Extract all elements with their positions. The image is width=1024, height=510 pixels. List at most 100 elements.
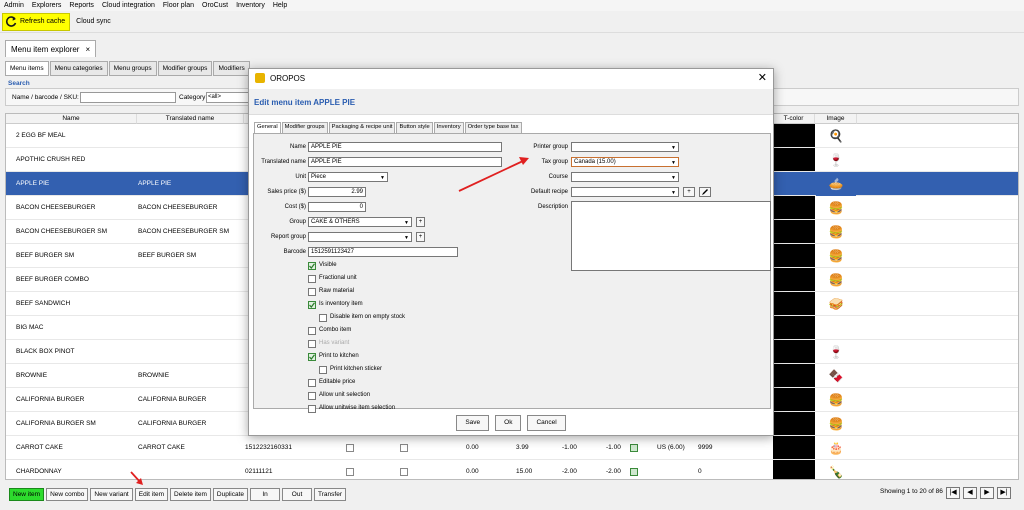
dialog-tab-inventory[interactable]: Inventory xyxy=(433,122,464,133)
dialog-tab-packaging-recipe-unit[interactable]: Packaging & recipe unit xyxy=(328,122,396,133)
dialog-tab-button-style[interactable]: Button style xyxy=(396,122,433,133)
dialog-tab-order-type-base-tax[interactable]: Order type base tax xyxy=(464,122,522,133)
pagination-status: Showing 1 to 20 of 86 xyxy=(880,488,943,495)
subtab-menu-categories[interactable]: Menu categories xyxy=(49,61,108,76)
sales-price-input[interactable]: 2.99 xyxy=(308,187,366,197)
row-translated-name xyxy=(138,292,243,316)
menu-item-orocust[interactable]: OroCust xyxy=(202,2,228,9)
new-item-button[interactable]: New item xyxy=(9,487,45,501)
default-recipe-select[interactable]: ▼ xyxy=(571,187,679,197)
checkbox-label: Allow unit selection xyxy=(319,392,371,398)
new-variant-button[interactable]: New variant xyxy=(90,487,133,501)
menu-item-help[interactable]: Help xyxy=(273,2,287,9)
in-button[interactable]: In xyxy=(250,487,281,501)
out-button[interactable]: Out xyxy=(282,487,313,501)
dialog-tab-modifier-groups[interactable]: Modifier groups xyxy=(281,122,328,133)
checkbox-print-kitchen-sticker[interactable] xyxy=(319,366,327,374)
column-header-name[interactable]: Name xyxy=(6,114,137,124)
add-report-group-button[interactable]: + xyxy=(416,232,425,242)
delete-item-button[interactable]: Delete item xyxy=(170,487,211,501)
menu-item-explorers[interactable]: Explorers xyxy=(32,2,62,9)
checkbox-is-inventory-item[interactable] xyxy=(308,301,316,309)
subtab-modifier-groups[interactable]: Modifier groups xyxy=(157,61,213,76)
row-name: CHARDONNAY xyxy=(16,468,62,475)
checkbox-label: Print kitchen sticker xyxy=(330,366,383,372)
row-q: 0 xyxy=(698,468,702,475)
subtab-modifiers[interactable]: Modifiers xyxy=(213,61,250,76)
ok-button[interactable]: Ok xyxy=(495,415,522,431)
menu-item-cloud-integration[interactable]: Cloud integration xyxy=(102,2,155,9)
printer-group-select[interactable]: ▼ xyxy=(571,142,679,152)
row-name: BLACK BOX PINOT xyxy=(16,348,75,355)
column-header-tcolor[interactable]: T-color xyxy=(773,114,815,124)
close-icon[interactable]: × xyxy=(85,45,90,54)
column-header-translated[interactable]: Translated name xyxy=(137,114,244,124)
row-checkbox[interactable] xyxy=(400,468,408,476)
row-translated-name: BROWNIE xyxy=(138,372,170,379)
checkbox-raw-material[interactable] xyxy=(308,288,316,296)
pencil-icon xyxy=(702,189,708,195)
table-row[interactable]: CHARDONNAY 02111121 0.00 15.00 -2.00 -2.00 0 🍾 xyxy=(6,460,1018,479)
table-row[interactable]: CARROT CAKE CARROT CAKE 1512232160331 0.00 3… xyxy=(6,436,1018,460)
row-checkbox-checked[interactable] xyxy=(630,444,638,452)
next-page-button[interactable]: ▶ xyxy=(980,487,994,499)
checkbox-label: Disable item on empty stock xyxy=(330,314,406,320)
dialog-close-icon[interactable]: ✕ xyxy=(758,71,767,84)
save-button[interactable]: Save xyxy=(456,415,490,431)
duplicate-button[interactable]: Duplicate xyxy=(212,487,249,501)
menu-item-inventory[interactable]: Inventory xyxy=(236,2,265,9)
refresh-icon xyxy=(5,15,17,27)
group-select[interactable]: CAKE & OTHERS ▼ xyxy=(308,217,412,227)
checkbox-editable-price[interactable] xyxy=(308,379,316,387)
edit-recipe-button[interactable] xyxy=(699,187,711,197)
tab-menu-item-explorer[interactable]: Menu item explorer × xyxy=(5,40,97,57)
checkbox-disable-item-on-empty-stock[interactable] xyxy=(319,314,327,322)
item-image-wine: 🍷 xyxy=(828,153,844,167)
menu-item-floor-plan[interactable]: Floor plan xyxy=(163,2,194,9)
row-checkbox[interactable] xyxy=(400,444,408,452)
subtab-menu-groups[interactable]: Menu groups xyxy=(108,61,157,76)
refresh-cache-button[interactable]: Refresh cache xyxy=(2,12,71,31)
row-checkbox[interactable] xyxy=(346,444,354,452)
cancel-button[interactable]: Cancel xyxy=(527,415,566,431)
chevron-down-icon: ▼ xyxy=(380,175,385,181)
item-image-burger: 🍔 xyxy=(828,225,844,239)
row-name: CALIFORNIA BURGER SM xyxy=(16,420,96,427)
row-p4: -2.00 xyxy=(606,468,621,475)
prev-page-button[interactable]: ◀ xyxy=(963,487,977,499)
row-checkbox-checked[interactable] xyxy=(630,468,638,476)
cost-label: Cost ($) xyxy=(284,204,306,210)
menu-item-reports[interactable]: Reports xyxy=(69,2,94,9)
course-select[interactable]: ▼ xyxy=(571,172,679,182)
menu-item-admin[interactable]: Admin xyxy=(4,2,24,9)
edit-item-button[interactable]: Edit item xyxy=(134,487,169,501)
last-page-button[interactable]: ▶| xyxy=(997,487,1011,499)
checkbox-fractional-unit[interactable] xyxy=(308,275,316,283)
add-recipe-button[interactable]: + xyxy=(683,187,695,197)
barcode-input[interactable]: 1512591123427 xyxy=(308,247,458,257)
first-page-button[interactable]: |◀ xyxy=(946,487,960,499)
checkbox-allow-unit-selection[interactable] xyxy=(308,392,316,400)
checkbox-print-to-kitchen[interactable] xyxy=(308,353,316,361)
chevron-down-icon: ▼ xyxy=(404,220,409,226)
tax-group-select[interactable]: Canada (15.00) ▼ xyxy=(571,157,679,167)
cost-input[interactable]: 0 xyxy=(308,202,366,212)
name-search-input[interactable] xyxy=(80,92,176,103)
add-group-button[interactable]: + xyxy=(416,217,425,227)
subtab-menu-items[interactable]: Menu items xyxy=(5,61,49,76)
row-p4: -1.00 xyxy=(606,444,621,451)
unit-select[interactable]: Piece ▼ xyxy=(308,172,388,182)
checkbox-combo-item[interactable] xyxy=(308,327,316,335)
cloud-sync-button[interactable]: Cloud sync xyxy=(76,18,111,25)
chevron-down-icon: ▼ xyxy=(404,235,409,241)
description-textarea[interactable] xyxy=(571,201,771,271)
report-group-select[interactable]: ▼ xyxy=(308,232,412,242)
checkbox-visible[interactable] xyxy=(308,262,316,270)
new-combo-button[interactable]: New combo xyxy=(46,487,89,501)
checkbox-label: Has variant xyxy=(319,340,350,346)
row-checkbox[interactable] xyxy=(346,468,354,476)
transfer-button[interactable]: Transfer xyxy=(314,487,346,501)
column-header-empty xyxy=(857,114,1018,124)
dialog-tab-general[interactable]: General xyxy=(254,122,281,133)
column-header-image[interactable]: Image xyxy=(815,114,857,124)
